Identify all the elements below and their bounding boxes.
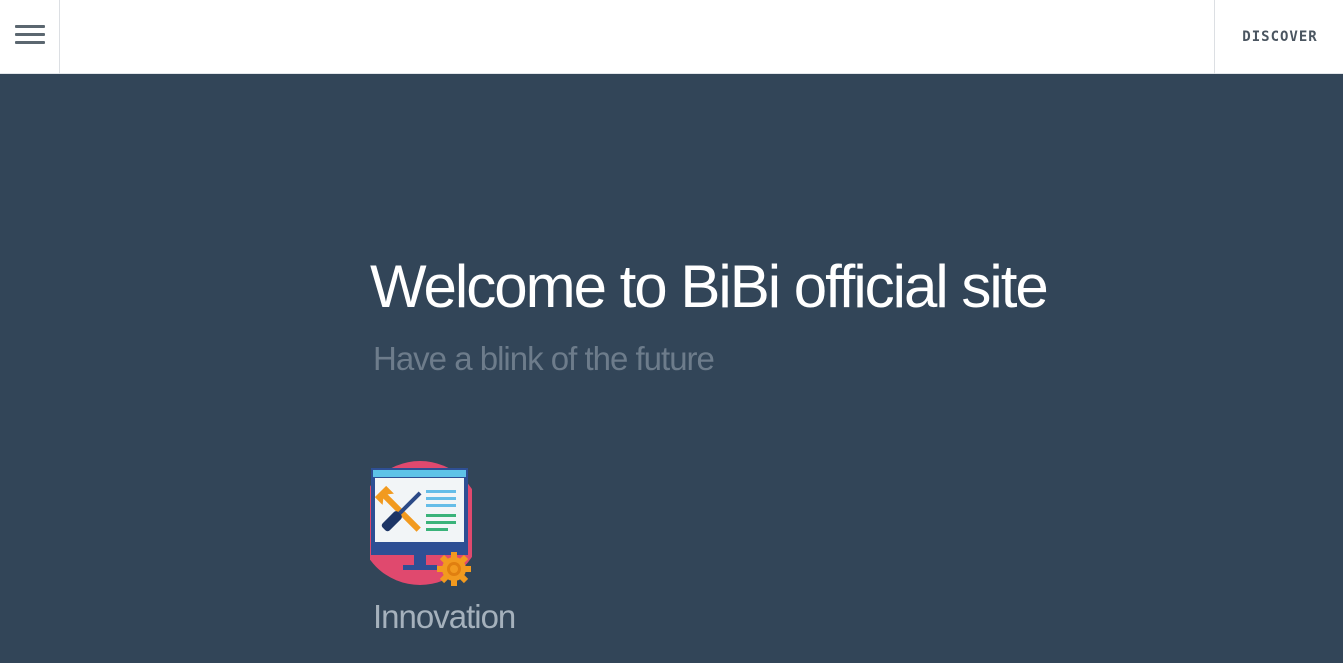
monitor-tools-gear-icon (358, 459, 482, 589)
discover-link[interactable]: DISCOVER (1214, 0, 1343, 74)
hamburger-menu-icon-line (15, 33, 45, 36)
top-navbar: DISCOVER (0, 0, 1343, 74)
hamburger-menu-icon-line (15, 41, 45, 44)
hero-subtitle: Have a blink of the future (373, 340, 715, 377)
hero-section: Welcome to BiBi official site Have a bli… (0, 74, 1343, 663)
hamburger-menu-icon (15, 25, 45, 28)
feature-label: Innovation (373, 598, 516, 635)
hamburger-menu-button[interactable] (0, 0, 60, 74)
hero-title: Welcome to BiBi official site (370, 253, 1049, 320)
